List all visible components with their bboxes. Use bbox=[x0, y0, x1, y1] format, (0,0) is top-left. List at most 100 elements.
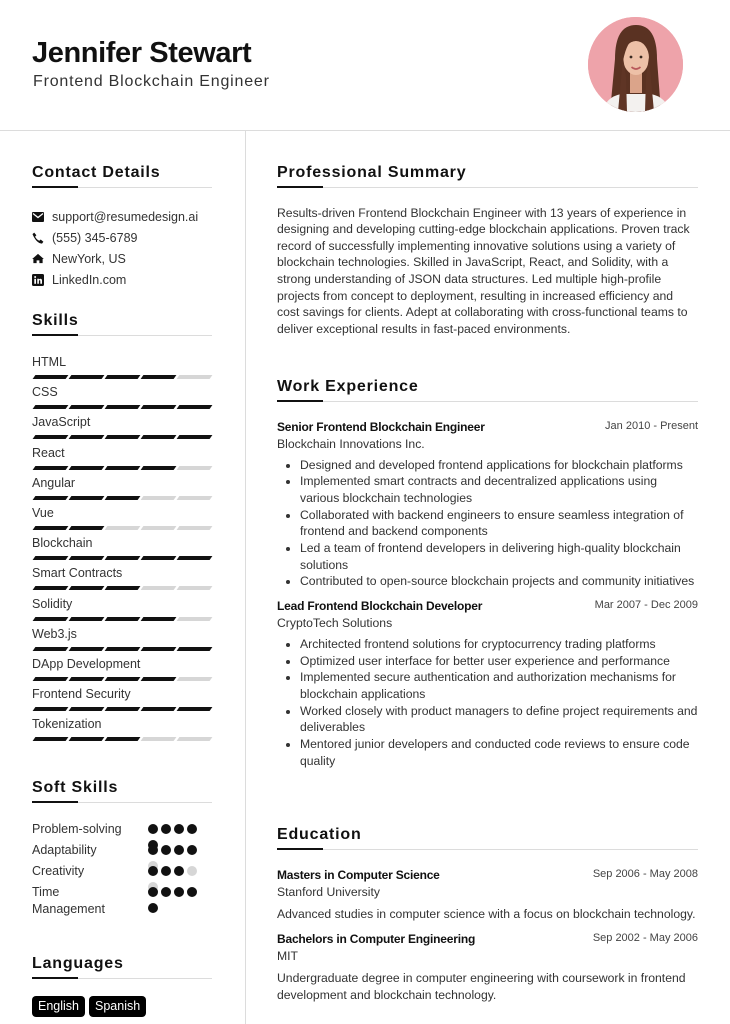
skill-name: Tokenization bbox=[32, 717, 102, 732]
skill-name: DApp Development bbox=[32, 656, 141, 671]
rating-dot-filled bbox=[148, 887, 158, 897]
heading-accent bbox=[32, 334, 78, 336]
rating-dot-filled bbox=[174, 866, 184, 876]
skill-bar-segment-filled bbox=[32, 525, 69, 530]
skills-section: Skills HTML CSS JavaScript React Angular… bbox=[32, 311, 213, 746]
rating-dot-filled bbox=[161, 845, 171, 855]
skill-bar-segment-empty bbox=[176, 586, 213, 591]
skill-bar-segment-filled bbox=[104, 707, 141, 712]
skill-name: Web3.js bbox=[32, 626, 77, 641]
heading-rule bbox=[277, 187, 698, 188]
skill-bar-segment-filled bbox=[68, 556, 105, 561]
education-entry: Bachelors in Computer Engineering Sep 20… bbox=[277, 931, 698, 1003]
skill-name: Frontend Security bbox=[32, 687, 131, 702]
skill-name: Blockchain bbox=[32, 536, 93, 551]
skill-bar-segment-filled bbox=[104, 737, 141, 742]
skill-bar-segment-filled bbox=[68, 525, 105, 530]
skill-level-bar bbox=[32, 556, 213, 561]
skill-bar-segment-empty bbox=[140, 495, 177, 500]
skill-item: CSS bbox=[32, 384, 213, 414]
school-name: Stanford University bbox=[277, 884, 380, 899]
skill-bar-segment-filled bbox=[68, 495, 105, 500]
skill-name: Solidity bbox=[32, 596, 73, 611]
skill-level-bar bbox=[32, 465, 213, 470]
job-bullets: Designed and developed frontend applicat… bbox=[277, 457, 698, 590]
skill-item: JavaScript bbox=[32, 414, 213, 444]
contact-email-text: support@resumedesign.ai bbox=[52, 209, 199, 224]
skill-name: HTML bbox=[32, 355, 67, 369]
section-heading-text: Contact Details bbox=[32, 164, 161, 181]
skill-bar-segment-filled bbox=[140, 676, 177, 681]
skill-bar-segment-filled bbox=[140, 646, 177, 651]
skill-bar-segment-filled bbox=[68, 676, 105, 681]
skill-name: React bbox=[32, 445, 65, 460]
contact-email[interactable]: support@resumedesign.ai bbox=[32, 206, 212, 227]
education-header: Bachelors in Computer Engineering Sep 20… bbox=[277, 931, 698, 948]
skill-bar-segment-filled bbox=[32, 646, 69, 651]
skill-level-bar bbox=[32, 525, 213, 530]
skill-bar-segment-filled bbox=[32, 495, 69, 500]
education-dates: Sep 2002 - May 2006 bbox=[592, 932, 698, 945]
skill-bar-segment-filled bbox=[104, 676, 141, 681]
skill-name: Vue bbox=[32, 505, 54, 520]
skill-level-bar bbox=[32, 405, 213, 410]
skill-bar-segment-filled bbox=[32, 707, 69, 712]
rating-dot-filled bbox=[148, 824, 158, 834]
heading-accent bbox=[32, 801, 78, 803]
soft-skill-name: Time Management bbox=[32, 884, 105, 916]
candidate-name: Jennifer Stewart bbox=[32, 37, 252, 69]
skill-bar-segment-empty bbox=[176, 375, 213, 379]
skill-bar-segment-filled bbox=[32, 465, 69, 470]
contact-linkedin[interactable]: LinkedIn.com bbox=[32, 269, 212, 290]
section-heading-text: Professional Summary bbox=[277, 164, 467, 181]
skill-bar-segment-filled bbox=[140, 556, 177, 561]
skill-bar-segment-empty bbox=[140, 586, 177, 591]
rating-dot-empty bbox=[187, 866, 197, 876]
skill-bar-segment-filled bbox=[104, 405, 141, 410]
profile-photo bbox=[588, 17, 683, 112]
skill-bar-segment-filled bbox=[140, 405, 177, 410]
skill-bar-segment-filled bbox=[32, 405, 69, 410]
skill-bar-segment-filled bbox=[140, 465, 177, 470]
section-heading-text: Work Experience bbox=[277, 378, 419, 395]
rating-dot-filled bbox=[148, 903, 158, 913]
section-heading: Education bbox=[277, 825, 698, 850]
soft-skill-rating bbox=[148, 887, 200, 913]
job-bullet: Implemented secure authentication and au… bbox=[300, 669, 698, 702]
rating-dot-filled bbox=[187, 845, 197, 855]
job-dates: Jan 2010 - Present bbox=[605, 419, 698, 432]
skill-item: React bbox=[32, 445, 213, 475]
degree-title: Bachelors in Computer Engineering bbox=[277, 932, 476, 947]
section-heading: Contact Details bbox=[32, 163, 212, 188]
language-badge: Spanish bbox=[89, 996, 147, 1017]
heading-accent bbox=[277, 186, 323, 188]
skill-bar-segment-empty bbox=[140, 525, 177, 530]
skill-bar-segment-filled bbox=[104, 556, 141, 561]
contact-list: support@resumedesign.ai (555) 345-6789 N… bbox=[32, 206, 212, 290]
rating-dot-filled bbox=[161, 866, 171, 876]
rating-dot-filled bbox=[174, 845, 184, 855]
job-bullet: Implemented smart contracts and decentra… bbox=[300, 473, 698, 506]
skill-bar-segment-filled bbox=[68, 646, 105, 651]
skill-bar-segment-filled bbox=[104, 586, 141, 591]
envelope-icon bbox=[32, 211, 44, 223]
soft-skill-name: Adaptability bbox=[32, 842, 97, 857]
skill-bar-segment-filled bbox=[68, 405, 105, 410]
education-description: Undergraduate degree in computer enginee… bbox=[277, 971, 686, 1002]
skill-bar-segment-filled bbox=[176, 707, 213, 712]
language-badge: English bbox=[32, 996, 85, 1017]
job-header: Senior Frontend Blockchain Engineer Jan … bbox=[277, 419, 698, 436]
column-divider bbox=[245, 130, 246, 1024]
contact-phone[interactable]: (555) 345-6789 bbox=[32, 227, 212, 248]
job-bullet: Worked closely with product managers to … bbox=[300, 703, 698, 736]
skill-bar-segment-filled bbox=[68, 586, 105, 591]
skill-level-bar bbox=[32, 495, 213, 500]
education-section: Education Masters in Computer Science Se… bbox=[277, 825, 698, 1003]
skill-bar-segment-filled bbox=[32, 375, 69, 379]
skill-item: Smart Contracts bbox=[32, 565, 213, 595]
skill-bar-segment-filled bbox=[32, 556, 69, 561]
job-bullet: Optimized user interface for better user… bbox=[300, 653, 698, 670]
job-title: Senior Frontend Blockchain Engineer bbox=[277, 419, 485, 434]
job-entry: Senior Frontend Blockchain Engineer Jan … bbox=[277, 419, 698, 590]
education-header: Masters in Computer Science Sep 2006 - M… bbox=[277, 867, 698, 884]
